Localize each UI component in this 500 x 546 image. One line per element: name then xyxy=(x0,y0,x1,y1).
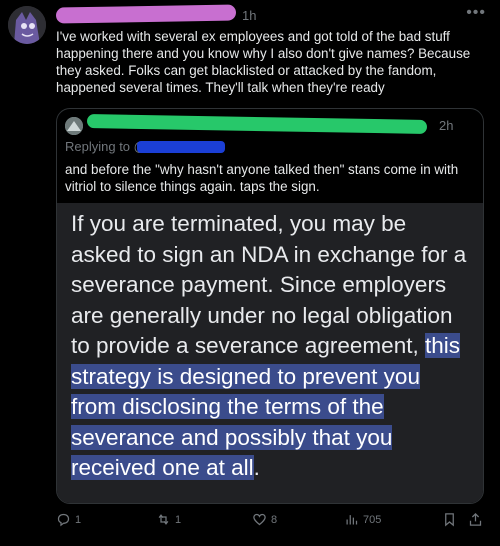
reply-icon xyxy=(57,513,70,527)
quoted-text: and before the "why hasn't anyone talked… xyxy=(65,162,459,194)
like-count: 8 xyxy=(271,513,278,526)
action-bar: 1 1 8 705 xyxy=(56,512,486,532)
heart-icon xyxy=(253,513,266,526)
image-text: If you are terminated, you may be asked … xyxy=(71,209,471,484)
reply-count: 1 xyxy=(75,513,82,526)
share-icon xyxy=(469,512,482,526)
quoted-author-avatar xyxy=(65,117,83,135)
post-timestamp[interactable]: 1h xyxy=(242,8,256,23)
post-text: I've worked with several ex employees an… xyxy=(56,29,471,95)
image-text-end: . xyxy=(253,455,260,480)
bookmark-icon xyxy=(445,513,454,527)
like-button[interactable]: 8 xyxy=(252,512,277,527)
views-chart-icon xyxy=(346,515,358,525)
author-name-redaction xyxy=(55,4,237,24)
share-button[interactable] xyxy=(468,512,483,527)
author-avatar[interactable] xyxy=(8,6,46,44)
views-button[interactable]: 705 xyxy=(344,512,381,527)
quoted-author-redaction xyxy=(86,114,428,134)
reply-button[interactable]: 1 xyxy=(56,512,81,527)
quoted-timestamp: 2h xyxy=(439,118,454,133)
replying-to-label: Replying to @ xyxy=(65,139,147,154)
bookmark-button[interactable] xyxy=(442,512,457,527)
replying-to-redaction xyxy=(137,141,225,153)
view-count: 705 xyxy=(363,513,382,526)
repost-icon xyxy=(158,514,169,525)
quoted-post[interactable]: 2h Replying to @ and before the "why has… xyxy=(56,108,484,504)
repost-button[interactable]: 1 xyxy=(156,512,181,527)
image-text-plain: If you are terminated, you may be asked … xyxy=(71,211,467,358)
repost-count: 1 xyxy=(175,513,182,526)
more-options-icon[interactable]: ••• xyxy=(466,4,486,22)
quoted-image[interactable]: If you are terminated, you may be asked … xyxy=(57,203,483,503)
